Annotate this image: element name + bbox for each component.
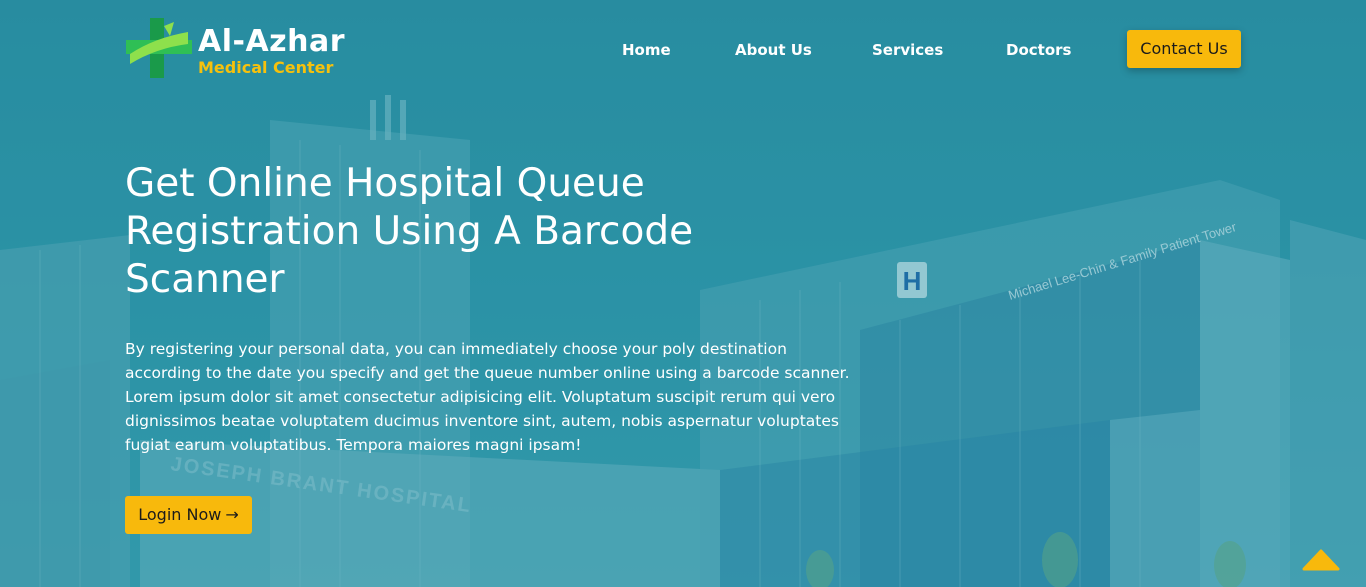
nav-doctors[interactable]: Doctors	[1006, 40, 1071, 60]
hero-description: By registering your personal data, you c…	[125, 340, 850, 454]
arrow-right-icon: →	[225, 505, 239, 524]
nav-services[interactable]: Services	[872, 40, 943, 60]
hero-section: H Michael Lee-Chin & Family Patient Towe…	[0, 0, 1366, 587]
nav-about-us[interactable]: About Us	[735, 40, 812, 60]
scroll-to-top-chevron-up-icon[interactable]	[1302, 547, 1340, 571]
login-now-button[interactable]: Login Now →	[125, 496, 252, 534]
brand-subtitle: Medical Center	[198, 58, 334, 77]
contact-us-button[interactable]: Contact Us	[1127, 30, 1241, 68]
hero-title: Get Online Hospital Queue Registration U…	[125, 161, 694, 302]
login-now-label: Login Now	[138, 505, 222, 524]
nav-home[interactable]: Home	[622, 40, 671, 60]
